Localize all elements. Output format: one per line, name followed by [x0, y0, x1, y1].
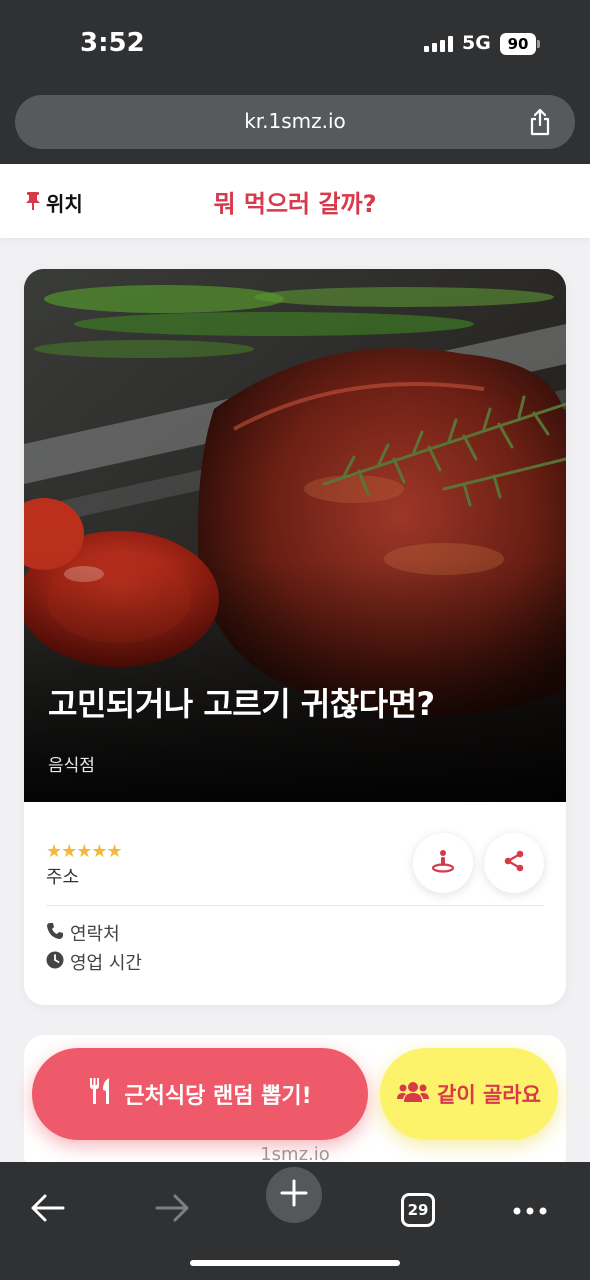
random-button-label: 근처식당 랜덤 뽑기!	[124, 1084, 312, 1109]
phone-row: 연락처	[46, 920, 120, 946]
arrow-left-icon	[30, 1193, 66, 1227]
hours-label: 영업 시간	[70, 953, 142, 974]
phone-icon	[46, 922, 64, 945]
clock-icon	[46, 951, 64, 974]
tab-count: 29	[401, 1193, 435, 1227]
more-button[interactable]	[500, 1180, 560, 1240]
share-button[interactable]	[484, 833, 544, 893]
together-button-label: 같이 골라요	[437, 1083, 541, 1107]
address-label: 주소	[46, 867, 80, 888]
share-nodes-icon	[502, 849, 526, 877]
random-restaurant-button[interactable]: 근처식당 랜덤 뽑기!	[32, 1048, 368, 1140]
arrow-right-icon	[154, 1193, 190, 1227]
hours-row: 영업 시간	[46, 949, 142, 975]
app-title: 뭐 먹으러 갈까?	[213, 190, 377, 218]
share-icon[interactable]	[525, 107, 555, 137]
home-indicator	[190, 1260, 400, 1266]
utensils-icon	[88, 1076, 114, 1112]
battery-icon: 90	[500, 33, 536, 55]
card-category: 음식점	[48, 756, 95, 776]
battery-tip	[537, 40, 540, 48]
new-tab-button[interactable]	[266, 1167, 322, 1223]
phone-label: 연락처	[70, 924, 120, 945]
app-header: 위치 뭐 먹으러 갈까?	[0, 164, 590, 238]
card-title: 고민되거나 고르기 귀찮다면?	[48, 685, 435, 723]
back-button[interactable]	[18, 1180, 78, 1240]
hero-image: 고민되거나 고르기 귀찮다면? 음식점	[24, 269, 566, 802]
choose-together-button[interactable]: 같이 골라요	[380, 1048, 558, 1140]
network-type: 5G	[462, 32, 491, 54]
card-divider	[46, 905, 544, 906]
more-dots-icon	[512, 1201, 548, 1220]
address-bar[interactable]: kr.1smz.io	[15, 95, 575, 149]
users-icon	[397, 1080, 430, 1109]
map-pin-icon	[430, 848, 456, 878]
restaurant-card[interactable]: 고민되거나 고르기 귀찮다면? 음식점 ★★★★★ 주소 연락처 영업 시간	[24, 269, 566, 1005]
browser-top-chrome: 3:52 5G 90 kr.1smz.io	[0, 0, 590, 164]
forward-button[interactable]	[142, 1180, 202, 1240]
directions-button[interactable]	[413, 833, 473, 893]
status-time: 3:52	[80, 28, 145, 58]
rating-stars: ★★★★★	[46, 841, 123, 862]
url-text[interactable]: kr.1smz.io	[15, 109, 575, 133]
signal-icon	[424, 36, 453, 52]
plus-icon	[279, 1178, 309, 1212]
tabs-button[interactable]: 29	[388, 1180, 448, 1240]
